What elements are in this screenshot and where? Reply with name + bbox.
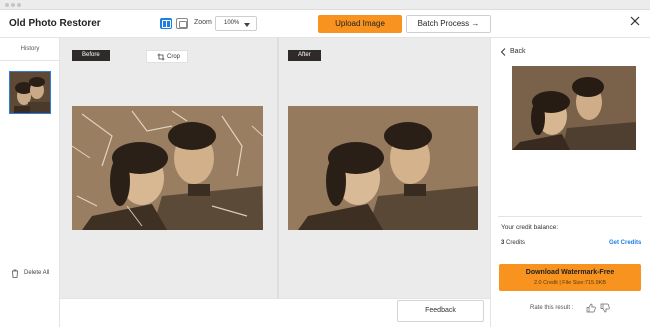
history-thumbnail[interactable]	[9, 71, 51, 114]
window-chrome	[0, 0, 650, 10]
rate-label: Rate this result :	[530, 305, 574, 311]
back-label: Back	[510, 48, 526, 55]
before-tag: Before	[72, 50, 110, 61]
back-button[interactable]: Back	[500, 46, 540, 58]
delete-all-button[interactable]: Delete All	[24, 270, 49, 276]
thumbs-up-icon[interactable]	[586, 303, 596, 313]
download-details: 2.0 Credit | File Size:715.9KB	[533, 280, 607, 286]
after-tag: After	[288, 50, 321, 61]
after-photo	[288, 106, 478, 230]
compare-divider[interactable]	[277, 38, 279, 298]
feedback-button[interactable]: Feedback	[397, 300, 484, 322]
credit-balance-title: Your credit balance:	[501, 224, 559, 231]
app-header: Old Photo Restorer Zoom 100% Upload Imag…	[0, 10, 650, 38]
window-dot	[17, 3, 21, 7]
zoom-value: 100%	[224, 20, 240, 26]
zoom-label: Zoom	[194, 19, 212, 26]
result-thumbnail	[512, 66, 636, 150]
crop-button[interactable]: Crop	[146, 50, 188, 63]
close-icon[interactable]	[629, 15, 641, 27]
credit-count: 3 Credits	[501, 240, 525, 246]
credit-number: 3	[501, 240, 505, 246]
split-view-icon[interactable]	[160, 18, 172, 29]
before-photo-image	[72, 106, 263, 230]
chevron-down-icon	[244, 23, 250, 27]
divider	[498, 216, 642, 217]
credit-unit: Credits	[506, 240, 526, 246]
download-watermark-free-button[interactable]: Download Watermark-Free 2.0 Credit | Fil…	[499, 264, 641, 291]
history-title: History	[20, 46, 40, 52]
history-photo	[10, 72, 50, 113]
upload-image-button[interactable]: Upload Image	[318, 15, 402, 33]
window-dot	[5, 3, 9, 7]
window-dot	[11, 3, 15, 7]
chevron-left-icon	[500, 48, 506, 56]
after-photo-image	[288, 106, 478, 230]
crop-icon	[157, 53, 165, 61]
trash-icon[interactable]	[11, 269, 19, 278]
single-view-icon[interactable]	[176, 18, 188, 29]
divider	[0, 60, 60, 61]
history-sidebar: History Delete All	[0, 38, 60, 327]
get-credits-link[interactable]: Get Credits	[609, 240, 641, 246]
crop-label: Crop	[167, 53, 181, 60]
app-title: Old Photo Restorer	[9, 18, 101, 29]
result-photo	[512, 66, 636, 150]
download-label: Download Watermark-Free	[525, 269, 615, 276]
zoom-select[interactable]: 100%	[215, 16, 257, 31]
batch-process-button[interactable]: Batch Process →	[406, 15, 491, 33]
thumbs-down-icon[interactable]	[600, 303, 610, 313]
before-photo	[72, 106, 263, 230]
